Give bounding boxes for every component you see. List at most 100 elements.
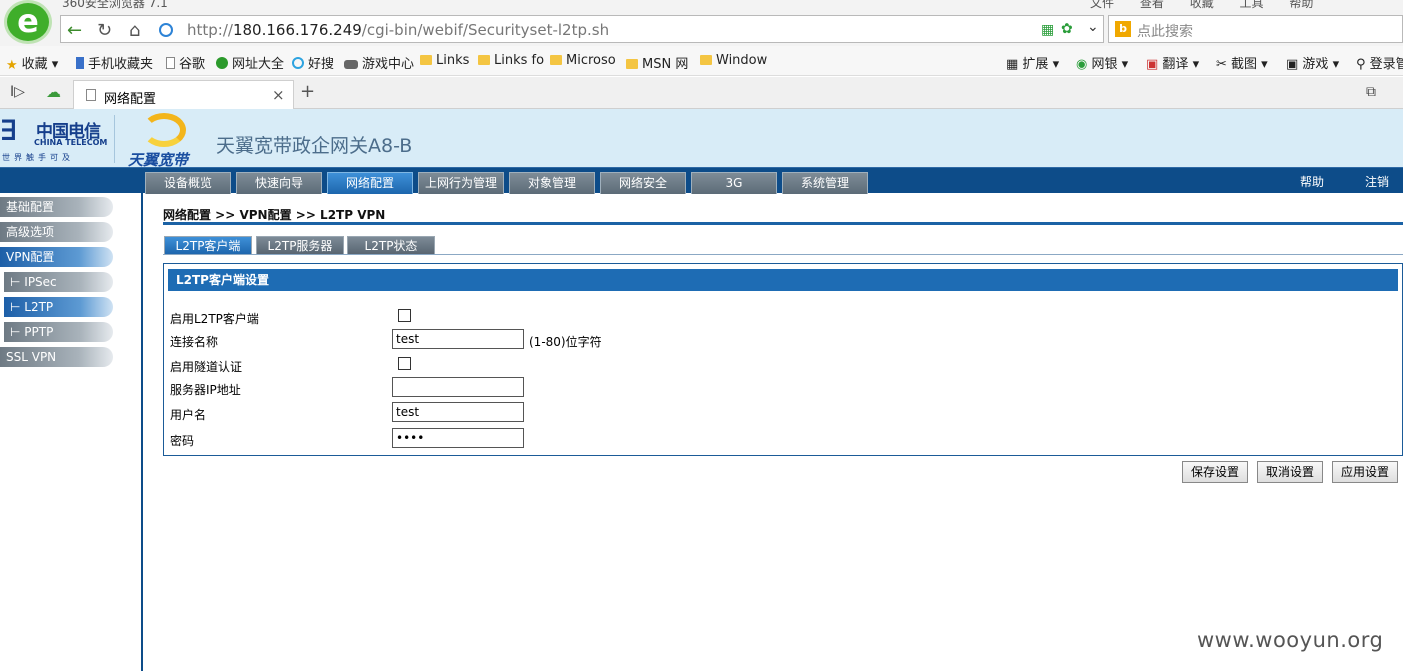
restore-tabs-icon[interactable]: ⧉ <box>1366 84 1376 100</box>
row-tunnel-auth: 启用隧道认证 <box>170 354 1390 378</box>
search-input[interactable]: 点此搜索 <box>1137 21 1193 41</box>
sidebar-item-pptp[interactable]: ⊢ PPTP <box>4 322 113 342</box>
bookmark-hao123[interactable]: 网址大全 <box>216 53 284 72</box>
cancel-button[interactable]: 取消设置 <box>1257 461 1324 483</box>
menu-object-mgmt[interactable]: 对象管理 <box>509 172 595 194</box>
connection-name-hint: (1-80)位字符 <box>529 335 602 349</box>
site-info-icon[interactable] <box>159 23 173 37</box>
enable-client-checkbox[interactable] <box>398 309 411 322</box>
bookmark-haosou[interactable]: 好搜 <box>292 53 334 72</box>
logo-divider <box>114 115 115 163</box>
address-bar[interactable]: ← ↻ ⌂ http://180.166.176.249/cgi-bin/web… <box>60 15 1104 43</box>
browser-tab-active[interactable]: 网络配置 × <box>73 80 294 109</box>
bookmark-windows[interactable]: Window <box>700 53 767 68</box>
menu-view[interactable]: 查看 <box>1140 0 1164 10</box>
server-ip-input[interactable] <box>392 377 524 397</box>
speed-icon[interactable]: ✿ <box>1061 21 1073 37</box>
save-button[interactable]: 保存设置 <box>1182 461 1249 483</box>
doc-icon <box>166 57 175 69</box>
tab-l2tp-client[interactable]: L2TP客户端 <box>164 236 252 255</box>
panel-title: L2TP客户端设置 <box>168 269 1398 291</box>
bank-icon: ◉ <box>1076 57 1092 72</box>
address-toolbar: ← ↻ ⌂ http://180.166.176.249/cgi-bin/web… <box>0 12 1403 46</box>
browser-title: 360安全浏览器 7.1 <box>62 0 168 10</box>
bookmark-msn[interactable]: MSN 网 <box>626 53 688 72</box>
search-icon: ⚲ <box>1356 57 1370 72</box>
sidebar-item-ipsec[interactable]: ⊢ IPSec <box>4 272 113 292</box>
sidebar-item-sslvpn[interactable]: SSL VPN <box>0 347 113 367</box>
gamepad-icon: ▣ <box>1286 57 1303 72</box>
username-label: 用户名 <box>170 408 207 422</box>
connection-name-input[interactable] <box>392 329 524 349</box>
china-telecom-logo: ∃ 中国电信 CHINA TELECOM 世界触手可及 <box>0 114 108 162</box>
sidebar-toggle-icon[interactable]: I▷ <box>10 84 25 100</box>
toolbar-extensions[interactable]: ▦ 扩展 ▾ <box>1006 53 1059 72</box>
menu-3g[interactable]: 3G <box>691 172 777 194</box>
folder-icon <box>420 55 432 65</box>
menu-quick-wizard[interactable]: 快速向导 <box>236 172 322 194</box>
menu-tools[interactable]: 工具 <box>1240 0 1264 10</box>
bookmark-google[interactable]: 谷歌 <box>166 53 205 72</box>
subtab-divider <box>163 254 1403 255</box>
bookmark-links-fo[interactable]: Links fo <box>478 53 544 68</box>
extensions-icon: ▦ <box>1006 57 1023 72</box>
sidebar-item-basic[interactable]: 基础配置 <box>0 197 113 217</box>
url-text[interactable]: http://180.166.176.249/cgi-bin/webif/Sec… <box>187 21 609 39</box>
bookmark-games[interactable]: 游戏中心 <box>344 53 414 72</box>
toolbar-games[interactable]: ▣ 游戏 ▾ <box>1286 53 1339 72</box>
bing-icon: b <box>1115 21 1131 37</box>
toolbar-bank[interactable]: ◉ 网银 ▾ <box>1076 53 1128 72</box>
back-icon[interactable]: ← <box>67 20 82 41</box>
sidebar-item-vpn[interactable]: VPN配置 <box>0 247 113 267</box>
folder-icon <box>550 55 562 65</box>
phone-icon <box>76 57 84 69</box>
tunnel-auth-checkbox[interactable] <box>398 357 411 370</box>
tunnel-auth-label: 启用隧道认证 <box>170 360 243 374</box>
menu-help[interactable]: 帮助 <box>1289 0 1313 10</box>
search-box[interactable]: b 点此搜索 <box>1108 15 1403 43</box>
dropdown-icon[interactable]: ⌄ <box>1087 19 1099 35</box>
menu-device-overview[interactable]: 设备概览 <box>145 172 231 194</box>
new-tab-icon[interactable]: + <box>300 81 315 102</box>
sidebar-item-l2tp[interactable]: ⊢ L2TP <box>4 297 113 317</box>
username-input[interactable] <box>392 402 524 422</box>
bookmark-mobile[interactable]: 手机收藏夹 <box>76 53 153 72</box>
logout-link[interactable]: 注销 <box>1365 173 1389 190</box>
menu-network-security[interactable]: 网络安全 <box>600 172 686 194</box>
tab-l2tp-status[interactable]: L2TP状态 <box>347 236 435 255</box>
breadcrumb: 网络配置 >> VPN配置 >> L2TP VPN <box>163 208 386 222</box>
menu-favorites[interactable]: 收藏 <box>1190 0 1214 10</box>
toolbar-screenshot[interactable]: ✂ 截图 ▾ <box>1216 53 1268 72</box>
gamepad-icon <box>344 60 358 69</box>
folder-icon <box>626 59 638 69</box>
menu-file[interactable]: 文件 <box>1090 0 1114 10</box>
qr-icon[interactable]: ▦ <box>1041 22 1054 38</box>
password-input[interactable] <box>392 428 524 448</box>
help-link[interactable]: 帮助 <box>1300 173 1324 190</box>
reload-icon[interactable]: ↻ <box>97 20 112 41</box>
menu-system-mgmt[interactable]: 系统管理 <box>782 172 868 194</box>
folder-icon <box>478 55 490 65</box>
menu-network-config[interactable]: 网络配置 <box>327 172 413 194</box>
row-enable-client: 启用L2TP客户端 <box>170 306 1390 330</box>
translate-icon: ▣ <box>1146 57 1163 72</box>
toolbar-login[interactable]: ⚲ 登录管 <box>1356 53 1403 72</box>
home-icon[interactable]: ⌂ <box>129 20 140 41</box>
close-tab-icon[interactable]: × <box>272 86 285 104</box>
bookmark-microsoft[interactable]: Microso <box>550 53 616 68</box>
tianyi-logo: 天翼宽带 <box>126 111 198 169</box>
globe-icon <box>216 57 228 69</box>
menu-behavior-mgmt[interactable]: 上网行为管理 <box>418 172 504 194</box>
bookmark-links[interactable]: Links <box>420 53 469 68</box>
browser-logo: e <box>4 0 52 44</box>
cloud-icon[interactable]: ☁ <box>46 83 61 101</box>
router-banner: ∃ 中国电信 CHINA TELECOM 世界触手可及 天翼宽带 天翼宽带政企网… <box>0 109 1403 169</box>
tab-l2tp-server[interactable]: L2TP服务器 <box>256 236 344 255</box>
sidebar-item-advanced[interactable]: 高级选项 <box>0 222 113 242</box>
browser-menu[interactable]: 文件 查看 收藏 工具 帮助 <box>1090 0 1313 11</box>
toolbar-translate[interactable]: ▣ 翻译 ▾ <box>1146 53 1199 72</box>
bookmark-favorites[interactable]: ★ 收藏 ▾ <box>6 53 58 73</box>
scissors-icon: ✂ <box>1216 57 1232 72</box>
tab-strip: I▷ ☁ 网络配置 × + ⧉ <box>0 77 1403 109</box>
apply-button[interactable]: 应用设置 <box>1332 461 1399 483</box>
